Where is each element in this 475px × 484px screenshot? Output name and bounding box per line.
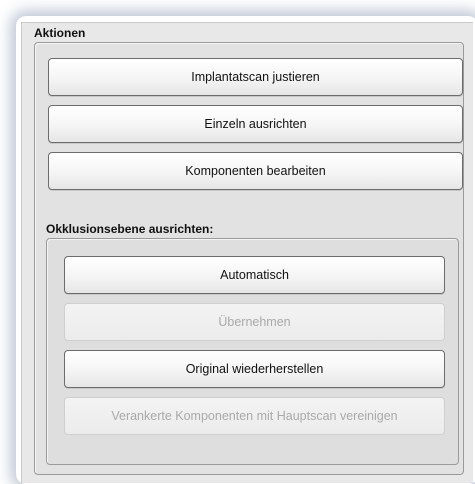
actions-panel: Aktionen Implantatscan justieren Einzeln… [21, 22, 473, 483]
occlusion-section-title: Okklusionsebene ausrichten: [46, 222, 214, 236]
einzeln-ausrichten-button[interactable]: Einzeln ausrichten [48, 105, 463, 143]
implantatscan-justieren-button[interactable]: Implantatscan justieren [48, 58, 463, 96]
section-title-aktionen: Aktionen [34, 26, 86, 40]
original-wiederherstellen-button[interactable]: Original wiederherstellen [64, 350, 445, 388]
uebernehmen-button[interactable]: Übernehmen [64, 303, 445, 341]
komponenten-bearbeiten-button[interactable]: Komponenten bearbeiten [48, 152, 463, 190]
verankerte-komponenten-vereinigen-button[interactable]: Verankerte Komponenten mit Hauptscan ver… [64, 397, 445, 435]
automatisch-button[interactable]: Automatisch [64, 256, 445, 294]
